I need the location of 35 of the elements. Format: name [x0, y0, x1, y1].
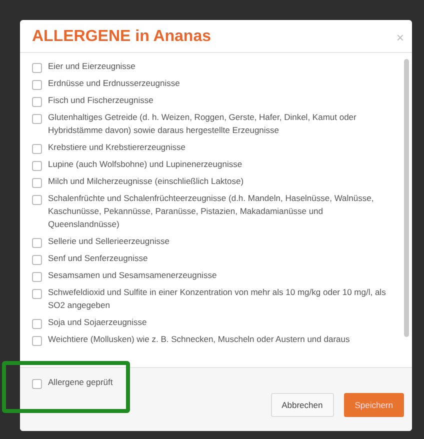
checkbox[interactable]	[32, 255, 42, 265]
checkbox[interactable]	[32, 114, 42, 124]
checkbox[interactable]	[32, 63, 42, 73]
scrollbar[interactable]	[404, 59, 409, 337]
allergen-label: Soja und Sojaerzeugnisse	[48, 316, 147, 329]
checkbox[interactable]	[32, 289, 42, 299]
checkbox[interactable]	[32, 195, 42, 205]
checkbox[interactable]	[32, 161, 42, 171]
checkbox[interactable]	[32, 97, 42, 107]
allergen-label: Lupine (auch Wolfsbohne) und Lupinenerzeugnisse	[48, 158, 242, 171]
allergen-label: Weichtiere (Mollusken) wie z. B. Schnecken, Muscheln oder Austern und daraus	[48, 333, 350, 346]
allergen-label: Glutenhaltiges Getreide (d. h. Weizen, Roggen, Gerste, Hafer, Dinkel, Kamut oder Hybridstämme davon) sowie daraus hergestellte Erzeugnisse	[48, 111, 358, 137]
allergen-label: Fisch und Fischerzeugnisse	[48, 94, 154, 107]
allergen-label: Sellerie und Sellerieerzeugnisse	[48, 235, 170, 248]
allergen-label: Schwefeldioxid und Sulfite in einer Konzentration von mehr als 10 mg/kg oder 10 mg/l, als SO2 angegeben	[48, 286, 387, 312]
checkbox[interactable]	[32, 379, 42, 389]
checkbox[interactable]	[32, 272, 42, 282]
allergen-label: Eier und Eierzeugnisse	[48, 60, 136, 73]
dialog-title: ALLERGENE in Ananas	[32, 28, 211, 46]
allergen-label: Schalenfrüchte und Schalenfrüchteerzeugnisse (d.h. Mandeln, Haselnüsse, Walnüsse, Kaschunüsse, Pekannüsse, Paranüsse, Pistazien, Makadamianüsse und Queenslandnüsse)	[48, 192, 375, 231]
checkbox[interactable]	[32, 336, 42, 346]
checkbox[interactable]	[32, 238, 42, 248]
cancel-button[interactable]: Abbrechen	[270, 393, 334, 417]
allergen-label: Erdnüsse und Erdnusserzeugnisse	[48, 77, 180, 90]
checkbox[interactable]	[32, 80, 42, 90]
checkbox[interactable]	[32, 178, 42, 188]
allergen-label: Senf und Senferzeugnisse	[48, 252, 148, 265]
checkbox-label: Allergene geprüft	[48, 376, 113, 389]
checkbox[interactable]	[32, 319, 42, 329]
allergen-label: Krebstiere und Krebstiererzeugnisse	[48, 141, 186, 154]
save-button[interactable]: Speichern	[344, 393, 404, 417]
close-button[interactable]: ×	[396, 30, 404, 44]
checkbox[interactable]	[32, 144, 42, 154]
allergen-label: Milch und Milcherzeugnisse (einschließlich Laktose)	[48, 175, 244, 188]
allergen-label: Sesamsamen und Sesamsamenerzeugnisse	[48, 269, 217, 282]
